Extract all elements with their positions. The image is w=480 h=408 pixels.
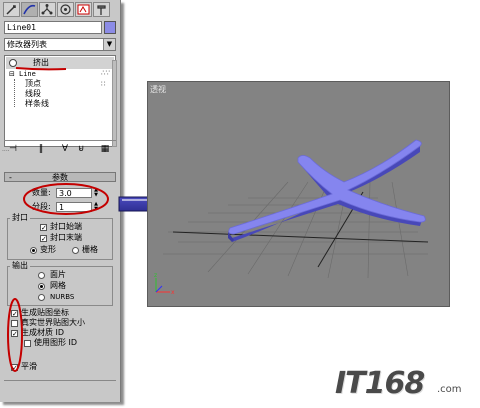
underline-annotation bbox=[15, 67, 67, 71]
perspective-viewport[interactable]: 透视 x z bbox=[147, 81, 450, 307]
params-circle-annotation bbox=[23, 183, 109, 215]
svg-text:x: x bbox=[171, 289, 175, 296]
viewport-scene: x z bbox=[154, 139, 429, 296]
annotation-overlay bbox=[7, 67, 109, 372]
extruded-shape bbox=[228, 139, 426, 242]
checkbox-circle-annotation bbox=[7, 298, 23, 372]
axis-gizmo: x z bbox=[154, 272, 175, 296]
logo-suffix: .com bbox=[437, 384, 462, 395]
logo-text: IT168 bbox=[335, 366, 425, 401]
svg-text:z: z bbox=[154, 272, 157, 279]
it168-logo: IT168 .com bbox=[315, 366, 475, 404]
home-grid bbox=[163, 181, 429, 279]
